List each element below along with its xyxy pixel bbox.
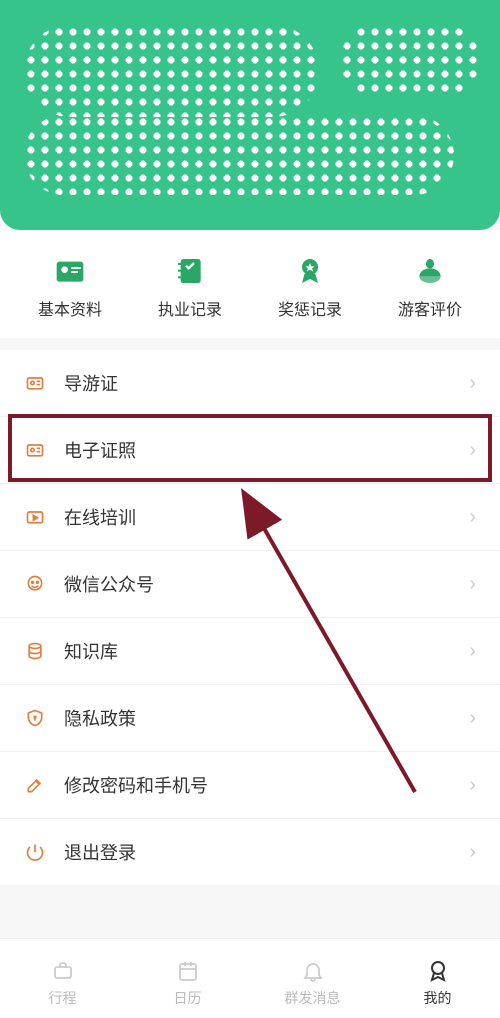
menu-label: 电子证照 [64,437,469,463]
card-visitor-review[interactable]: 游客评价 [370,254,490,320]
training-icon [24,506,46,528]
e-cert-icon [24,439,46,461]
calendar-icon [175,958,201,984]
menu-label: 隐私政策 [64,705,469,731]
card-label: 奖惩记录 [278,296,342,320]
menu-change-password[interactable]: 修改密码和手机号 › [0,752,500,819]
nav-label: 群发消息 [285,988,341,1008]
quick-access-cards: 基本资料 执业记录 奖惩记录 游客评价 [0,230,500,338]
redacted-area-3 [24,115,454,195]
menu-wechat-official[interactable]: 微信公众号 › [0,551,500,618]
menu-online-training[interactable]: 在线培训 › [0,484,500,551]
chevron-right-icon: › [469,573,476,596]
chevron-right-icon: › [469,774,476,797]
menu-knowledge-base[interactable]: 知识库 › [0,618,500,685]
cert-card-icon [24,372,46,394]
menu-label: 修改密码和手机号 [64,772,469,798]
nav-calendar[interactable]: 日历 [125,958,250,1008]
menu-list: 导游证 › 电子证照 › 在线培训 › 微信公众号 › 知识库 › 隐私政策 [0,350,500,885]
chevron-right-icon: › [469,640,476,663]
profile-header [0,0,500,230]
menu-privacy-policy[interactable]: 隐私政策 › [0,685,500,752]
menu-e-cert[interactable]: 电子证照 › [0,417,500,484]
chevron-right-icon: › [469,372,476,395]
chevron-right-icon: › [469,707,476,730]
menu-label: 微信公众号 [64,571,469,597]
card-practice-record[interactable]: 执业记录 [130,254,250,320]
card-reward-punish[interactable]: 奖惩记录 [250,254,370,320]
redacted-area-1 [24,25,319,117]
card-label: 基本资料 [38,296,102,320]
nav-itinerary[interactable]: 行程 [0,958,125,1008]
shield-icon [24,707,46,729]
nav-group-msg[interactable]: 群发消息 [250,958,375,1008]
id-card-icon [53,254,87,288]
nav-label: 我的 [424,988,452,1008]
bell-icon [300,958,326,984]
nav-label: 日历 [174,988,202,1008]
notebook-icon [173,254,207,288]
nav-label: 行程 [49,988,77,1008]
menu-guide-cert[interactable]: 导游证 › [0,350,500,417]
person-badge-icon [425,958,451,984]
chevron-right-icon: › [469,506,476,529]
flower-icon [413,254,447,288]
menu-label: 在线培训 [64,504,469,530]
edit-icon [24,774,46,796]
card-basic-info[interactable]: 基本资料 [10,254,130,320]
card-label: 游客评价 [398,296,462,320]
redacted-area-2 [340,25,480,97]
briefcase-icon [50,958,76,984]
database-icon [24,640,46,662]
chevron-right-icon: › [469,439,476,462]
menu-logout[interactable]: 退出登录 › [0,819,500,885]
power-icon [24,841,46,863]
chevron-right-icon: › [469,841,476,864]
nav-mine[interactable]: 我的 [375,958,500,1008]
menu-label: 知识库 [64,638,469,664]
menu-label: 导游证 [64,370,469,396]
card-label: 执业记录 [158,296,222,320]
wechat-icon [24,573,46,595]
menu-label: 退出登录 [64,839,469,865]
bottom-navigation: 行程 日历 群发消息 我的 [0,938,500,1018]
medal-icon [293,254,327,288]
